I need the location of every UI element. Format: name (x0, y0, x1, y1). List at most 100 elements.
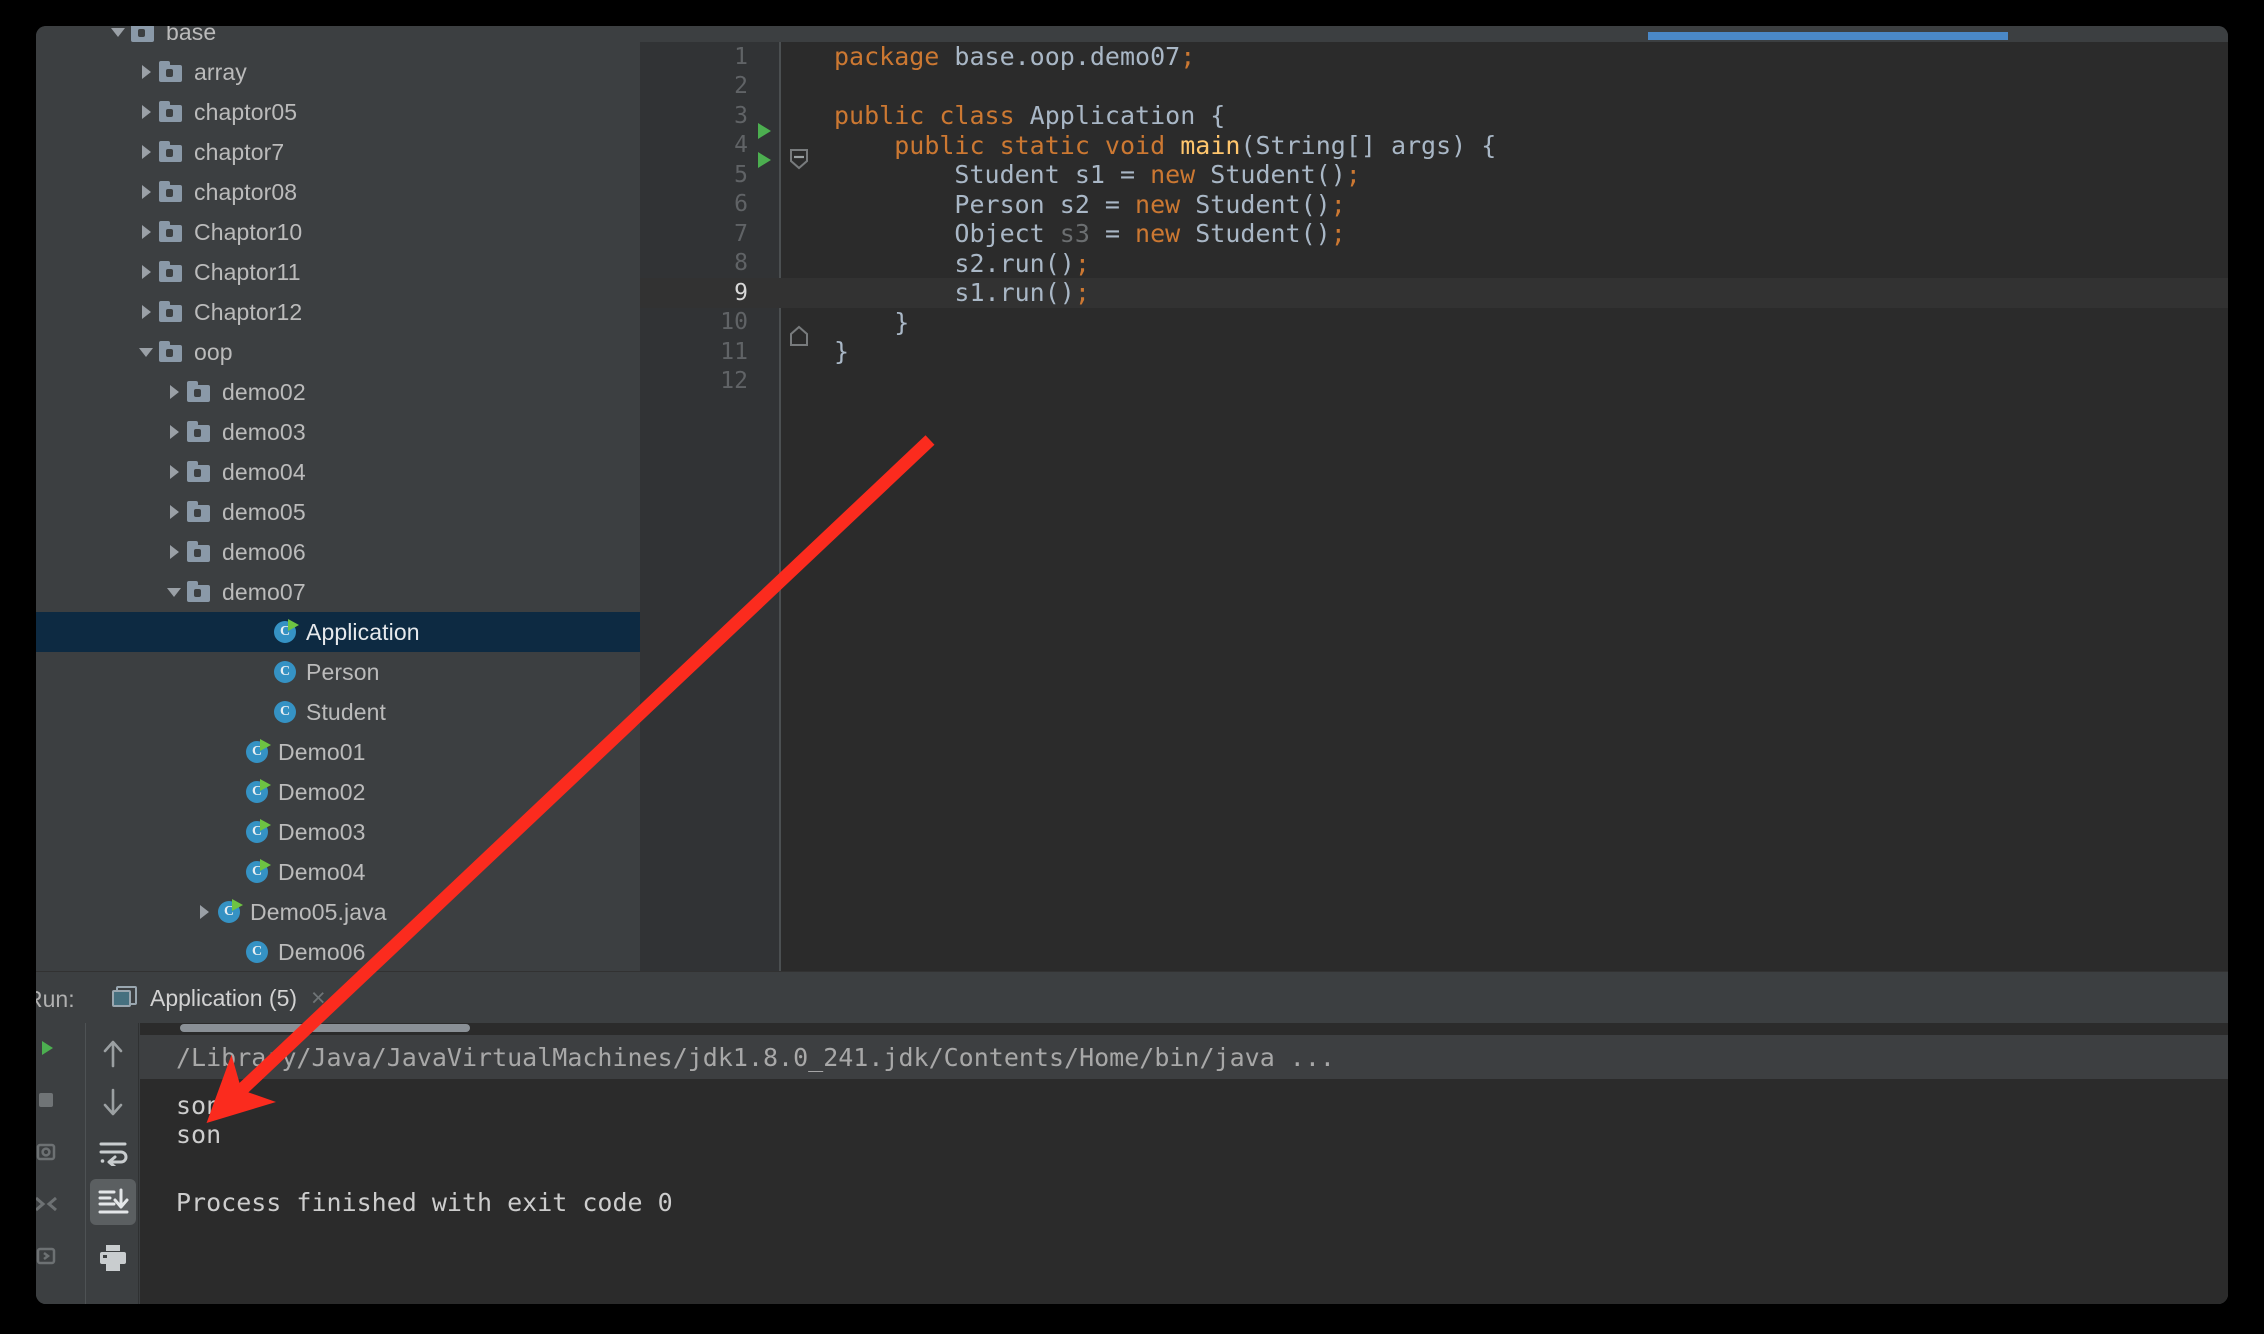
console-output[interactable]: /Library/Java/JavaVirtualMachines/jdk1.8… (140, 1023, 2228, 1304)
code-line[interactable]: 6 Person s2 = new Student(); (640, 190, 2228, 220)
chevron-right-icon[interactable] (164, 501, 186, 523)
code-line[interactable]: 8 s2.run(); (640, 249, 2228, 279)
code-line[interactable]: 2 (640, 72, 2228, 102)
tree-item-label: Chaptor12 (194, 298, 303, 325)
settings-icon[interactable] (36, 1235, 70, 1277)
tree-item-demo06[interactable]: demo06 (36, 532, 640, 572)
tree-item-chaptor7[interactable]: chaptor7 (36, 132, 640, 172)
tree-item-demo03[interactable]: C Demo03 (36, 812, 640, 852)
code-line[interactable]: 11} (640, 337, 2228, 367)
tree-item-base[interactable]: base (36, 26, 640, 52)
chevron-right-icon[interactable] (164, 461, 186, 483)
chevron-right-icon[interactable] (136, 141, 158, 163)
chevron-right-icon[interactable] (136, 261, 158, 283)
run-tab-label: Application (5) (150, 984, 298, 1011)
tree-item-demo01[interactable]: C Demo01 (36, 732, 640, 772)
scroll-to-end-icon[interactable] (90, 1179, 136, 1225)
line-number: 11 (720, 338, 748, 365)
chevron-right-icon[interactable] (136, 221, 158, 243)
tree-item-demo06[interactable]: C Demo06 (36, 932, 640, 971)
folder-icon (130, 26, 156, 43)
chevron-down-icon[interactable] (136, 341, 158, 363)
up-arrow-icon[interactable] (90, 1031, 136, 1077)
code-line[interactable]: 5 Student s1 = new Student(); (640, 160, 2228, 190)
scrollbar-thumb[interactable] (180, 1024, 470, 1032)
code-line[interactable]: 1 package base.oop.demo07; (640, 42, 2228, 72)
collapse-all-icon[interactable] (36, 1183, 70, 1225)
tree-item-demo07[interactable]: demo07 (36, 572, 640, 612)
code-editor[interactable]: 1 package base.oop.demo07; 2 3 public class … (640, 26, 2228, 971)
chevron-right-icon[interactable] (136, 61, 158, 83)
tree-item-label: Demo01 (278, 738, 366, 765)
tree-item-label: chaptor08 (194, 178, 298, 205)
chevron-right-icon[interactable] (136, 101, 158, 123)
runnable-class-icon: C (244, 859, 271, 885)
chevron-right-icon[interactable] (136, 301, 158, 323)
tree-item-chaptor12[interactable]: Chaptor12 (36, 292, 640, 332)
chevron-down-icon[interactable] (108, 26, 130, 43)
tree-item-demo05-java[interactable]: C Demo05.java (36, 892, 640, 932)
tree-item-demo05[interactable]: demo05 (36, 492, 640, 532)
chevron-right-icon[interactable] (164, 381, 186, 403)
tree-item-label: demo05 (222, 498, 306, 525)
tree-item-label: Demo03 (278, 818, 366, 845)
tree-item-chaptor10[interactable]: Chaptor10 (36, 212, 640, 252)
folder-icon (158, 261, 184, 283)
tree-item-application[interactable]: C Application (36, 612, 640, 652)
code-text: } (834, 337, 850, 367)
code-content[interactable]: 1 package base.oop.demo07; 2 3 public class … (640, 42, 2228, 971)
tree-item-label: chaptor7 (194, 138, 285, 165)
code-text: package base.oop.demo07; (834, 42, 1196, 72)
tree-item-demo04[interactable]: demo04 (36, 452, 640, 492)
rerun-failed-icon[interactable] (36, 1131, 70, 1173)
chevron-right-icon[interactable] (136, 181, 158, 203)
folder-icon (186, 381, 212, 403)
tree-item-demo02[interactable]: demo02 (36, 372, 640, 412)
rerun-button[interactable] (36, 1027, 70, 1069)
run-actions-bar[interactable] (36, 1023, 84, 1304)
tree-item-demo04[interactable]: C Demo04 (36, 852, 640, 892)
code-line[interactable]: 10 } (640, 308, 2228, 347)
tree-item-label: chaptor05 (194, 98, 298, 125)
chevron-down-icon[interactable] (164, 581, 186, 603)
tree-item-person[interactable]: C Person (36, 652, 640, 692)
close-icon[interactable]: × (311, 985, 326, 1011)
stop-button[interactable] (36, 1079, 70, 1121)
tree-item-demo03[interactable]: demo03 (36, 412, 640, 452)
run-tab-application[interactable]: Application (5) × (112, 980, 326, 1016)
code-text: public class Application { (834, 101, 1226, 131)
chevron-right-icon[interactable] (164, 421, 186, 443)
console-toolbar[interactable] (85, 1023, 139, 1304)
tree-item-label: Chaptor11 (194, 258, 301, 285)
runnable-class-icon: C (272, 619, 299, 645)
print-icon[interactable] (90, 1235, 136, 1281)
code-line[interactable]: 9 s1.run(); (640, 278, 2228, 308)
tree-item-demo02[interactable]: C Demo02 (36, 772, 640, 812)
tree-item-label: demo03 (222, 418, 306, 445)
run-header: Run: Application (5) × (36, 971, 2228, 1023)
tree-item-oop[interactable]: oop (36, 332, 640, 372)
tree-item-array[interactable]: array (36, 52, 640, 92)
tree-item-chaptor08[interactable]: chaptor08 (36, 172, 640, 212)
line-number: 4 (734, 132, 748, 159)
code-line[interactable]: 7 Object s3 = new Student(); (640, 219, 2228, 249)
tree-item-chaptor11[interactable]: Chaptor11 (36, 252, 640, 292)
code-line[interactable]: 12 (640, 367, 2228, 397)
code-line[interactable]: 4 public static void main(String[] args)… (640, 131, 2228, 170)
chevron-right-icon[interactable] (194, 901, 216, 923)
output-text: son (176, 1091, 222, 1120)
down-arrow-icon[interactable] (90, 1079, 136, 1125)
runnable-class-icon: C (244, 779, 271, 805)
editor-tabstrip[interactable] (640, 26, 2228, 42)
console-scrollbar[interactable] (140, 1023, 2228, 1033)
chevron-right-icon[interactable] (164, 541, 186, 563)
tree-item-chaptor05[interactable]: chaptor05 (36, 92, 640, 132)
soft-wrap-icon[interactable] (90, 1129, 136, 1175)
folder-icon (158, 301, 184, 323)
line-number: 9 (734, 279, 748, 306)
code-text: Person s2 = new Student(); (834, 189, 1346, 219)
project-tool-window[interactable]: base array chaptor05 chaptor7 chaptor08 Chapt… (36, 26, 640, 971)
code-line[interactable]: 3 public class Application { (640, 101, 2228, 139)
tree-item-student[interactable]: C Student (36, 692, 640, 732)
